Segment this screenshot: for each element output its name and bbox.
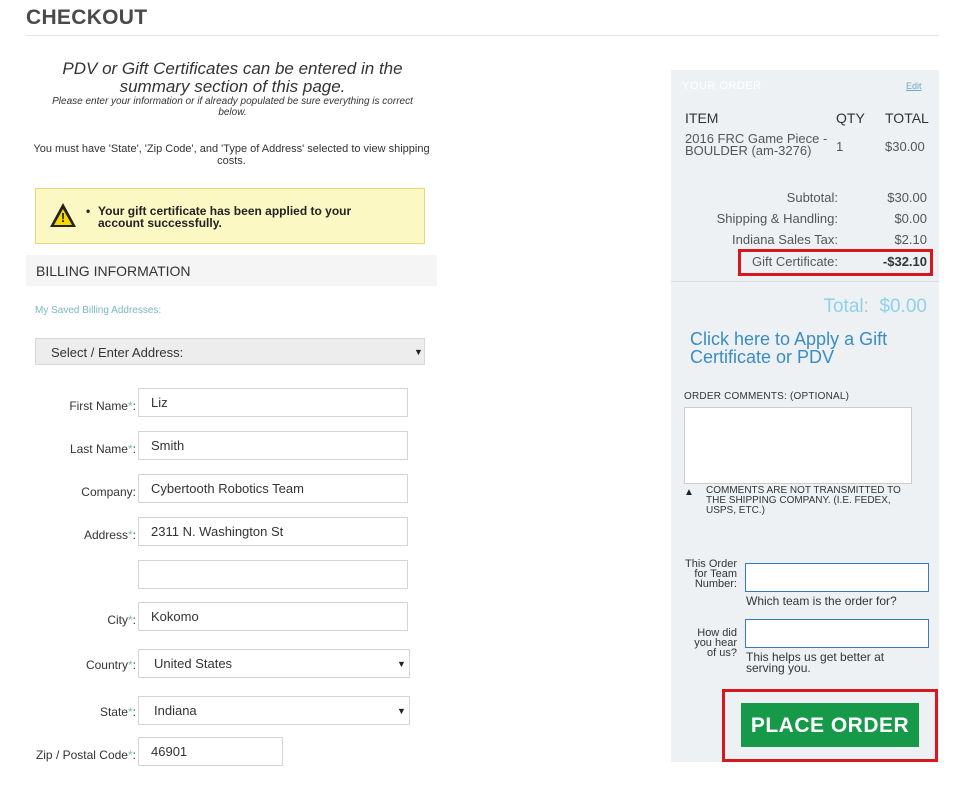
first-name-input[interactable]: Liz (138, 388, 408, 417)
zip-label: Zip / Postal Code*: (35, 748, 136, 762)
team-number-input[interactable] (745, 563, 929, 592)
alert-message: • Your gift certificate has been applied… (86, 204, 352, 230)
gift-certificate-highlight (738, 249, 933, 276)
billing-section-header: BILLING INFORMATION (26, 255, 437, 286)
address-select[interactable]: Select / Enter Address: ▼ (35, 338, 425, 365)
address-label: Address*: (83, 528, 136, 542)
zip-input[interactable]: 46901 (138, 737, 283, 766)
subtotal-label: Subtotal: (786, 190, 838, 205)
order-comments-textarea[interactable] (684, 407, 912, 484)
referral-help: This helps us get better at serving you. (746, 650, 885, 675)
saved-addresses-label: My Saved Billing Addresses: (35, 305, 162, 316)
tax-value: $2.10 (894, 232, 927, 247)
last-name-input[interactable]: Smith (138, 431, 408, 460)
first-name-label: First Name*: (69, 399, 136, 413)
country-select[interactable]: United States ▼ (138, 649, 410, 678)
order-item-name: 2016 FRC Game Piece - BOULDER (am-3276) (685, 131, 828, 158)
chevron-down-icon: ▼ (414, 347, 423, 357)
city-label: City*: (107, 613, 136, 627)
address-line2-input[interactable] (138, 560, 408, 589)
shipping-label: Shipping & Handling: (716, 211, 838, 226)
state-select[interactable]: Indiana ▼ (138, 696, 410, 725)
apply-gift-certificate-link[interactable]: Click here to Apply a Gift Certificate o… (690, 330, 925, 366)
shipping-value: $0.00 (894, 211, 927, 226)
shipping-requirement-note: You must have 'State', 'Zip Code', and '… (33, 143, 430, 167)
success-alert: ! • Your gift certificate has been appli… (35, 188, 425, 244)
team-number-label: This Order for Team Number: (685, 558, 737, 590)
tax-label: Indiana Sales Tax: (732, 232, 838, 247)
edit-order-link[interactable]: Edit (906, 81, 922, 91)
order-comments-label: ORDER COMMENTS: (OPTIONAL) (684, 391, 850, 402)
referral-input[interactable] (745, 619, 929, 648)
chevron-down-icon: ▼ (397, 659, 406, 669)
title-divider (26, 35, 939, 36)
summary-divider (671, 281, 939, 282)
order-total: Total: $0.00 (823, 296, 927, 317)
order-item-total: $30.00 (885, 139, 925, 154)
pdv-heading: PDV or Gift Certificates can be entered … (62, 59, 403, 96)
page-title: CHECKOUT (26, 6, 148, 29)
comments-warning-note: COMMENTS ARE NOT TRANSMITTED TO THE SHIP… (706, 485, 901, 516)
order-heading: YOUR ORDER (682, 80, 762, 92)
please-enter-note: Please enter your information or if alre… (52, 96, 413, 118)
subtotal-value: $30.00 (887, 190, 927, 205)
warning-icon: ▲ (684, 487, 694, 498)
referral-label: How did you hear of us? (694, 627, 737, 659)
address-input[interactable]: 2311 N. Washington St (138, 517, 408, 546)
city-input[interactable]: Kokomo (138, 602, 408, 631)
last-name-label: Last Name*: (69, 442, 136, 456)
team-number-help: Which team is the order for? (746, 594, 897, 608)
column-qty: QTY (836, 110, 865, 126)
place-order-button[interactable]: PLACE ORDER (741, 703, 919, 747)
column-total: TOTAL (885, 110, 929, 126)
chevron-down-icon: ▼ (397, 706, 406, 716)
state-label: State*: (99, 705, 136, 719)
country-label: Country*: (85, 658, 136, 672)
column-item: ITEM (685, 110, 719, 126)
company-input[interactable]: Cybertooth Robotics Team (138, 474, 408, 503)
order-item-qty: 1 (836, 139, 844, 154)
company-label: Company: (81, 485, 136, 499)
